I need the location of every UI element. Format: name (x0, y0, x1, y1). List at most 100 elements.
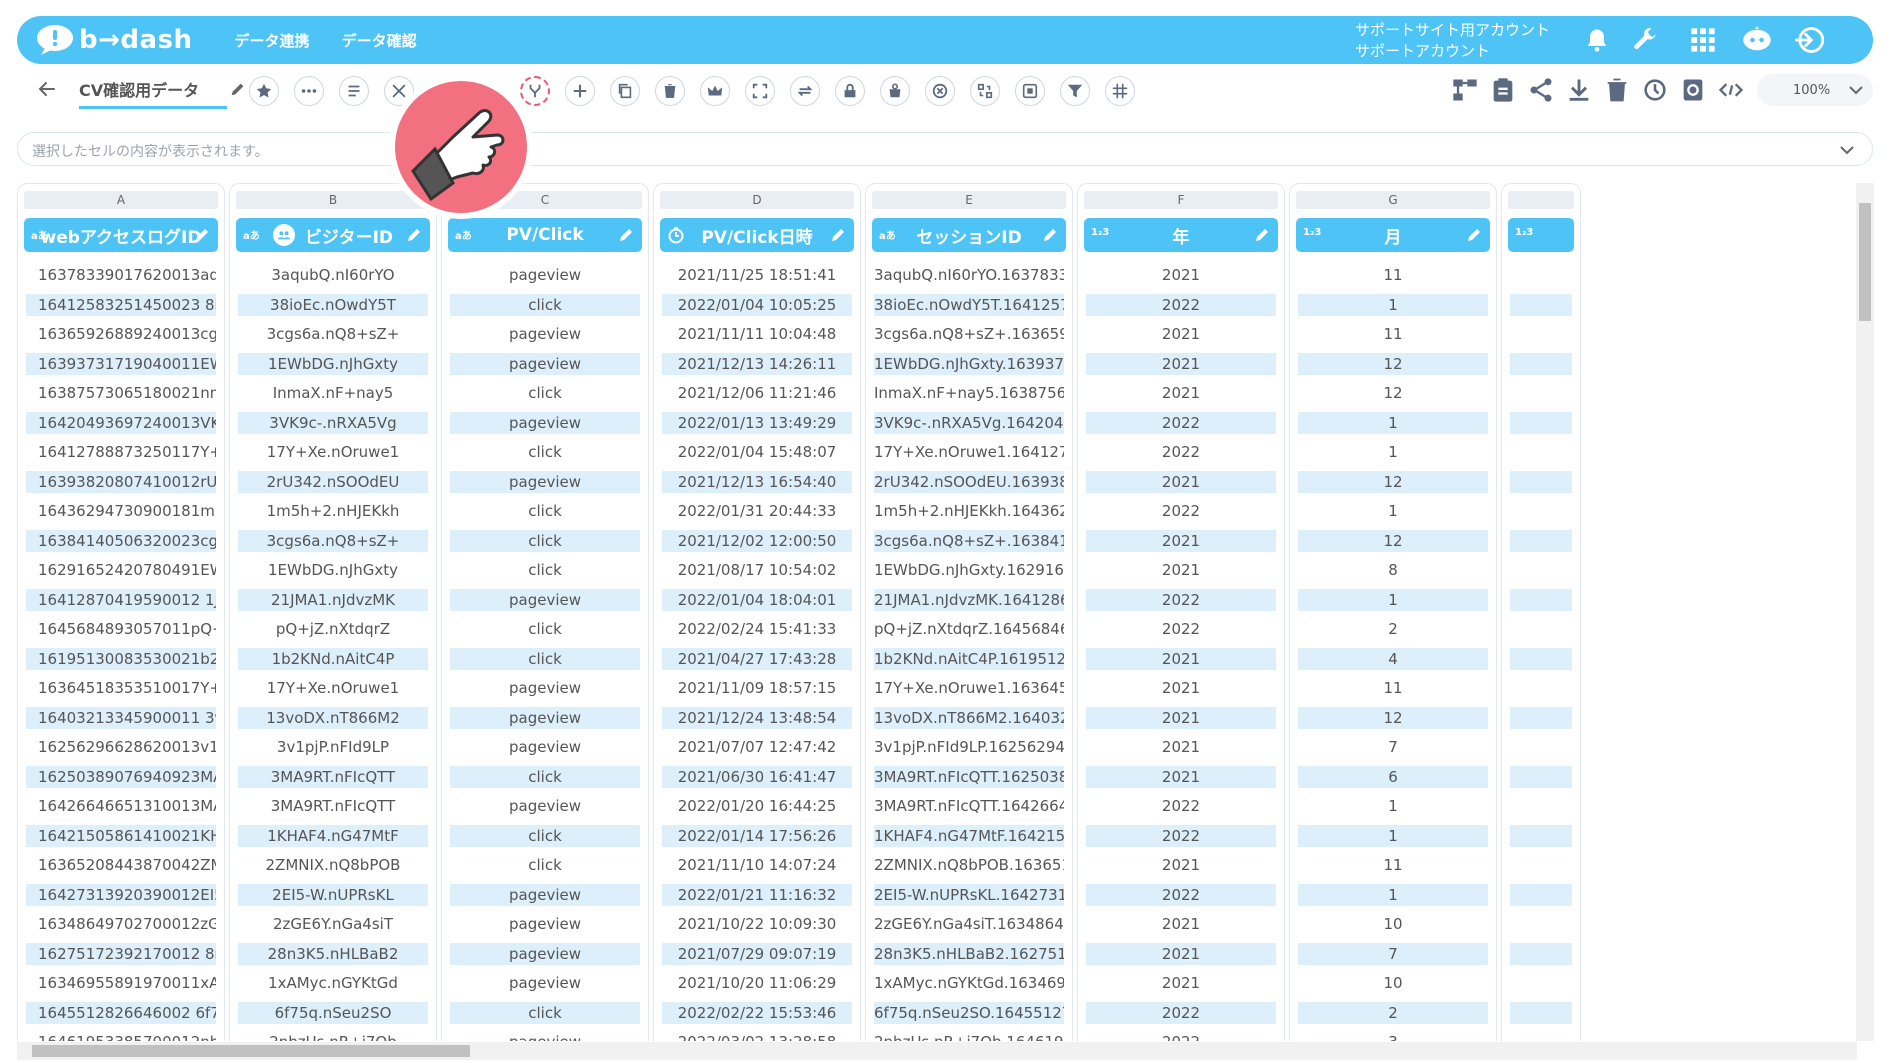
table-cell[interactable]: click (450, 529, 640, 552)
table-cell[interactable]: 2021/10/22 10:09:30 (662, 913, 852, 935)
table-cell[interactable]: 1 (1298, 588, 1488, 611)
memo-button[interactable] (339, 76, 369, 106)
edit-pencil-icon[interactable] (1042, 227, 1058, 243)
table-cell[interactable]: 2 (1298, 1001, 1488, 1024)
table-cell[interactable]: 3cgs6a.nQ8+sZ+.16384134... (874, 529, 1064, 552)
table-cell[interactable]: 2022/01/04 15:48:07 (662, 441, 852, 463)
table-cell[interactable]: click (450, 500, 640, 522)
table-cell[interactable]: pageview (450, 677, 640, 699)
table-cell[interactable]: 2021 (1086, 706, 1276, 729)
table-cell[interactable]: 2022 (1086, 500, 1276, 522)
column-header[interactable]: aあ セッションID (872, 218, 1066, 252)
table-cell[interactable]: 4 (1298, 647, 1488, 670)
flow-icon[interactable] (1451, 76, 1479, 104)
table-cell[interactable]: click (450, 765, 640, 788)
table-cell[interactable] (1510, 883, 1572, 906)
table-cell[interactable]: 1 (1298, 411, 1488, 434)
share-icon[interactable] (1527, 76, 1555, 104)
table-cell[interactable]: 16412870419590012 1JMA1.... (26, 588, 216, 611)
edit-pencil-icon[interactable] (1254, 227, 1270, 243)
table-cell[interactable] (1510, 1001, 1572, 1024)
table-cell[interactable]: 2021/12/13 14:26:11 (662, 352, 852, 375)
table-cell[interactable]: 3 (1298, 1031, 1488, 1041)
table-cell[interactable]: 1 (1298, 500, 1488, 522)
table-cell[interactable]: 10 (1298, 913, 1488, 935)
account-info[interactable]: サポートサイト用アカウント サポートアカウント (1355, 20, 1550, 62)
table-cell[interactable]: 16436294730900181m5h+... (26, 500, 216, 522)
edit-pencil-icon[interactable] (830, 227, 846, 243)
table-cell[interactable]: 7 (1298, 942, 1488, 965)
cell-content-bar[interactable]: 選択したセルの内容が表示されます。 (17, 132, 1873, 166)
table-cell[interactable]: 2021/12/06 11:21:46 (662, 382, 852, 404)
table-cell[interactable]: 2022 (1086, 588, 1276, 611)
table-cell[interactable]: 3cgs6a.nQ8+sZ+ (238, 529, 428, 552)
table-cell[interactable]: 2022 (1086, 1001, 1276, 1024)
table-cell[interactable]: 2021/08/17 10:54:02 (662, 559, 852, 581)
table-cell[interactable]: 2021/07/29 09:07:19 (662, 942, 852, 965)
table-cell[interactable]: 3MA9RT.nFIcQTT.162503870... (874, 765, 1064, 788)
table-cell[interactable]: 16365926889240013cgs6a.... (26, 323, 216, 345)
table-cell[interactable]: 16250389076940923MA9RT.... (26, 765, 216, 788)
table-cell[interactable]: 2021 (1086, 942, 1276, 965)
edit-pencil-icon[interactable] (1466, 227, 1482, 243)
edit-pencil-icon[interactable] (194, 227, 210, 243)
table-cell[interactable]: 2021 (1086, 264, 1276, 286)
table-cell[interactable]: 3MA9RT.nFIcQTT (238, 795, 428, 817)
table-cell[interactable]: 3cgs6a.nQ8+sZ+ (238, 323, 428, 345)
table-cell[interactable]: click (450, 854, 640, 876)
table-cell[interactable]: 2021/07/07 12:47:42 (662, 736, 852, 758)
column-letter[interactable]: A (24, 191, 218, 209)
table-cell[interactable]: pageview (450, 323, 640, 345)
table-cell[interactable]: 2021 (1086, 323, 1276, 345)
table-cell[interactable]: 1EWbDG.nJhGxty.16393717... (874, 352, 1064, 375)
table-cell[interactable]: 1m5h+2.nHJEKkh.16436289... (874, 500, 1064, 522)
table-cell[interactable]: 2021/11/09 18:57:15 (662, 677, 852, 699)
table-cell[interactable]: 2rU342.nSOOdEU.16393820... (874, 470, 1064, 493)
table-cell[interactable]: 8 (1298, 559, 1488, 581)
table-cell[interactable]: 2zGE6Y.nGa4siT.163486488... (874, 913, 1064, 935)
table-cell[interactable]: 21JMA1.nJdvzMK (238, 588, 428, 611)
table-cell[interactable]: 2 (1298, 618, 1488, 640)
table-cell[interactable]: 16412788873250117Y+Xe.... (26, 441, 216, 463)
table-cell[interactable]: 13voDX.nT866M2.16403212... (874, 706, 1064, 729)
table-cell[interactable]: 38ioEc.nOwdY5T.164125788... (874, 293, 1064, 316)
table-cell[interactable]: 2021/12/13 16:54:40 (662, 470, 852, 493)
table-cell[interactable]: 16393820807410012rU342.... (26, 470, 216, 493)
table-cell[interactable]: click (450, 618, 640, 640)
table-cell[interactable]: 16275172392170012 8n3K5.... (26, 942, 216, 965)
table-cell[interactable] (1510, 824, 1572, 847)
table-cell[interactable]: 10 (1298, 972, 1488, 994)
table-cell[interactable]: 1EWbDG.nJhGxty (238, 352, 428, 375)
table-cell[interactable]: click (450, 1001, 640, 1024)
table-cell[interactable]: 2021/04/27 17:43:28 (662, 647, 852, 670)
table-cell[interactable]: 16426646651310013MA9RT.... (26, 795, 216, 817)
table-cell[interactable]: 1xAMyc.nGYKtGd (238, 972, 428, 994)
table-cell[interactable]: 2021 (1086, 382, 1276, 404)
column-header[interactable]: PV/Click日時 (660, 218, 854, 252)
table-cell[interactable]: 2rU342.nSOOdEU (238, 470, 428, 493)
table-cell[interactable]: 2zGE6Y.nGa4siT (238, 913, 428, 935)
table-cell[interactable]: 2ZMNIX.nQ8bPOB (238, 854, 428, 876)
table-cell[interactable] (1510, 706, 1572, 729)
table-cell[interactable]: 17Y+Xe.nOruwe1 (238, 677, 428, 699)
table-cell[interactable]: pageview (450, 736, 640, 758)
table-cell[interactable]: pageview (450, 264, 640, 286)
table-cell[interactable]: 11 (1298, 264, 1488, 286)
chevron-down-icon[interactable] (1840, 144, 1854, 156)
table-cell[interactable]: 3VK9c-.nRXA5Vg.164204896... (874, 411, 1064, 434)
table-cell[interactable]: 2021/11/10 14:07:24 (662, 854, 852, 876)
column-letter[interactable]: G (1296, 191, 1490, 209)
table-cell[interactable]: 2022 (1086, 824, 1276, 847)
table-cell[interactable]: 1 (1298, 883, 1488, 906)
edit-pencil-icon[interactable] (406, 227, 422, 243)
table-cell[interactable]: click (450, 647, 640, 670)
table-cell[interactable]: 11 (1298, 323, 1488, 345)
sheet-name[interactable]: CV確認用データ (79, 77, 227, 109)
table-cell[interactable]: 1KHAF4.nG47MtF (238, 824, 428, 847)
chatbot-icon[interactable] (1741, 26, 1773, 54)
table-cell[interactable]: pQ+jZ.nXtdqrZ (238, 618, 428, 640)
table-cell[interactable]: 2022 (1086, 795, 1276, 817)
table-cell[interactable]: 16346955891970011xAMyc.... (26, 972, 216, 994)
table-cell[interactable]: 28n3K5.nHLBaB2.16275171... (874, 942, 1064, 965)
table-cell[interactable]: 12 (1298, 529, 1488, 552)
